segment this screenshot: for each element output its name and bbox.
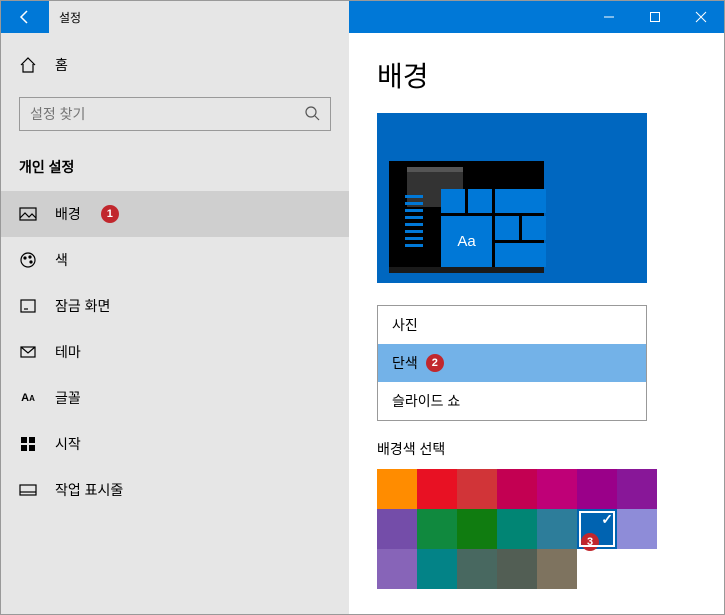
sidebar-item-taskbar[interactable]: 작업 표시줄	[1, 467, 349, 513]
main-content: 배경 Aa	[349, 33, 724, 614]
color-swatch[interactable]	[457, 469, 497, 509]
sidebar-item-background[interactable]: 배경 1	[1, 191, 349, 237]
search-field[interactable]	[30, 106, 304, 122]
dropdown-option-label: 단색	[392, 353, 418, 373]
sidebar-item-start[interactable]: 시작	[1, 421, 349, 467]
search-icon	[304, 105, 320, 124]
sidebar-item-fonts[interactable]: AA 글꼴	[1, 375, 349, 421]
desktop-preview: Aa	[377, 113, 647, 283]
color-swatch[interactable]	[577, 469, 617, 509]
page-title: 배경	[377, 55, 696, 95]
color-swatch[interactable]	[457, 549, 497, 589]
maximize-button[interactable]	[632, 1, 678, 33]
color-swatch[interactable]	[497, 469, 537, 509]
color-swatch[interactable]	[457, 509, 497, 549]
minimize-button[interactable]	[586, 1, 632, 33]
sidebar-item-label: 배경	[55, 204, 81, 224]
color-swatch[interactable]	[497, 509, 537, 549]
color-swatch[interactable]: 3	[577, 509, 617, 549]
dropdown-option-solid[interactable]: 단색 2	[378, 344, 646, 382]
dropdown-option-label: 사진	[392, 315, 418, 335]
sidebar-item-label: 테마	[55, 342, 81, 362]
fonts-icon: AA	[19, 389, 37, 407]
color-swatch[interactable]	[617, 469, 657, 509]
color-swatch[interactable]	[377, 549, 417, 589]
close-button[interactable]	[678, 1, 724, 33]
section-title: 개인 설정	[1, 143, 349, 191]
color-swatch[interactable]	[377, 509, 417, 549]
color-grid: 3	[377, 469, 659, 589]
palette-icon	[19, 251, 37, 269]
back-button[interactable]	[1, 1, 49, 33]
lockscreen-icon	[19, 297, 37, 315]
sidebar-item-label: 잠금 화면	[55, 296, 110, 316]
color-swatch[interactable]	[537, 469, 577, 509]
color-swatch[interactable]	[417, 509, 457, 549]
dropdown-option-photo[interactable]: 사진	[378, 306, 646, 344]
background-type-dropdown[interactable]: 사진 단색 2 슬라이드 쇼	[377, 305, 647, 421]
sidebar-item-themes[interactable]: 테마	[1, 329, 349, 375]
home-icon	[19, 56, 37, 74]
sidebar: 홈 개인 설정 배경 1 색 잠금 화면 테마 AA 글꼴	[1, 33, 349, 614]
themes-icon	[19, 343, 37, 361]
color-swatch[interactable]	[417, 469, 457, 509]
color-swatch[interactable]	[497, 549, 537, 589]
annotation-marker: 2	[426, 354, 444, 372]
sidebar-item-label: 색	[55, 250, 68, 270]
home-label: 홈	[55, 55, 68, 75]
sidebar-item-label: 글꼴	[55, 388, 81, 408]
color-swatch[interactable]	[417, 549, 457, 589]
sidebar-item-label: 작업 표시줄	[55, 480, 123, 500]
dropdown-option-label: 슬라이드 쇼	[392, 391, 460, 411]
annotation-marker: 3	[581, 533, 599, 551]
taskbar-icon	[19, 481, 37, 499]
picture-icon	[19, 205, 37, 223]
preview-tile-text: Aa	[441, 216, 492, 267]
home-link[interactable]: 홈	[1, 45, 349, 85]
color-swatch[interactable]	[537, 549, 577, 589]
color-swatch[interactable]	[537, 509, 577, 549]
color-swatch[interactable]	[377, 469, 417, 509]
color-section-label: 배경색 선택	[377, 439, 696, 459]
sidebar-item-lockscreen[interactable]: 잠금 화면	[1, 283, 349, 329]
sidebar-item-label: 시작	[55, 434, 81, 454]
dropdown-option-slideshow[interactable]: 슬라이드 쇼	[378, 382, 646, 420]
window-title: 설정	[49, 1, 349, 33]
color-swatch[interactable]	[617, 509, 657, 549]
search-input[interactable]	[19, 97, 331, 131]
sidebar-item-colors[interactable]: 색	[1, 237, 349, 283]
start-icon	[19, 435, 37, 453]
annotation-marker: 1	[101, 205, 119, 223]
